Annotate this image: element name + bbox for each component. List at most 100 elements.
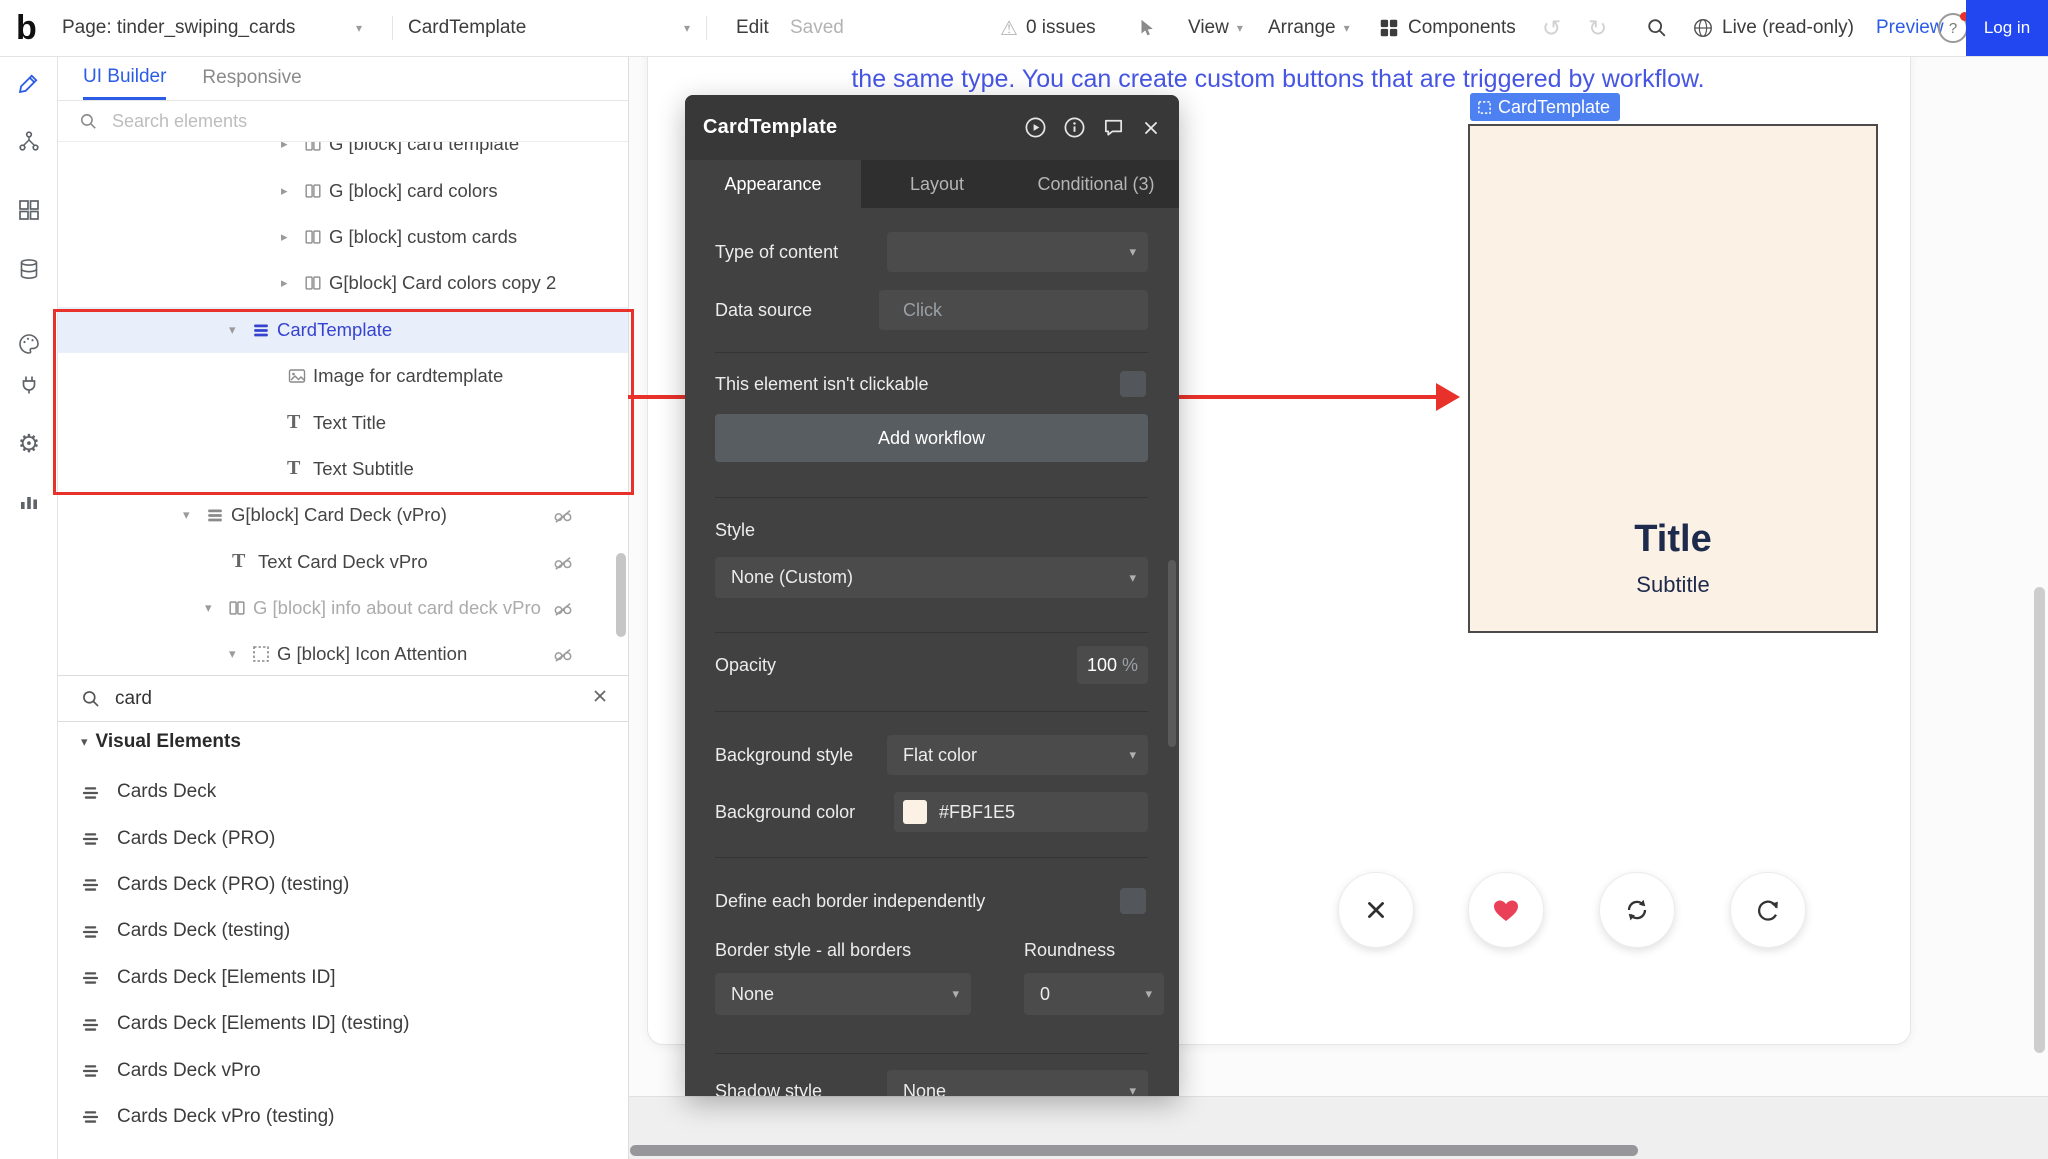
card-title-text[interactable]: Title (1470, 518, 1876, 561)
tree-item-icon-attention[interactable]: ▾ G [block] Icon Attention (57, 631, 628, 677)
hidden-eye-icon[interactable] (552, 597, 574, 619)
rows-icon (205, 505, 231, 525)
live-mode-selector[interactable]: Live (read-only) (1692, 0, 1854, 56)
page-selector[interactable]: Page: tinder_swiping_cards ▾ (62, 0, 362, 56)
rewind-button[interactable] (1730, 872, 1806, 948)
card-subtitle-text[interactable]: Subtitle (1470, 572, 1876, 598)
components-icon (1378, 17, 1400, 39)
caret-down-icon[interactable]: ▾ (81, 734, 88, 750)
inspector-scrollbar[interactable] (1168, 560, 1176, 747)
data-source-button[interactable]: Click (879, 290, 1148, 330)
caret-right-icon[interactable]: ▸ (281, 229, 303, 245)
caret-down-icon[interactable]: ▾ (229, 646, 251, 662)
layout-tab[interactable] (16, 197, 42, 223)
plugins-tab[interactable] (16, 372, 42, 398)
search-button[interactable] (1646, 0, 1668, 56)
element-filter-input[interactable] (113, 687, 547, 711)
help-button[interactable]: ? (1938, 0, 1968, 56)
dislike-button[interactable] (1338, 872, 1414, 948)
list-item[interactable]: Cards Deck (PRO) (testing) (57, 862, 628, 908)
background-style-value: Flat color (903, 745, 977, 766)
redo-button[interactable]: ↻ (1588, 0, 1607, 56)
search-elements-input[interactable] (110, 110, 554, 133)
hidden-eye-icon[interactable] (552, 551, 574, 573)
list-item[interactable]: Cards Deck vPro (57, 1047, 628, 1093)
styles-tab[interactable] (16, 331, 42, 357)
tab-ui-builder[interactable]: UI Builder (83, 56, 166, 100)
list-item[interactable]: Cards Deck (PRO) (57, 815, 628, 861)
color-swatch[interactable] (903, 800, 927, 824)
tree-item-custom-cards[interactable]: ▸ G [block] custom cards (57, 214, 628, 260)
type-of-content-dropdown[interactable]: ▾ (887, 232, 1148, 272)
view-menu[interactable]: View ▾ (1188, 0, 1243, 56)
edit-menu[interactable]: Edit (736, 0, 769, 56)
border-style-dropdown[interactable]: None ▾ (715, 973, 971, 1015)
close-icon (590, 686, 610, 706)
style-dropdown[interactable]: None (Custom) ▾ (715, 557, 1148, 598)
clear-filter-button[interactable] (590, 686, 610, 706)
list-item[interactable]: Cards Deck [Elements ID] (57, 955, 628, 1001)
background-color-label: Background color (715, 802, 855, 823)
components-button[interactable]: Components (1378, 0, 1516, 56)
undo-button[interactable]: ↺ (1542, 0, 1561, 56)
caret-right-icon[interactable]: ▸ (281, 183, 303, 199)
property-editor-header[interactable]: CardTemplate (685, 95, 1179, 160)
clickable-checkbox[interactable] (1120, 371, 1146, 397)
background-color-field[interactable]: #FBF1E5 (894, 792, 1148, 832)
visual-elements-section[interactable]: ▾ Visual Elements (57, 720, 628, 764)
list-item[interactable]: Cards Deck vPro (testing) (57, 1094, 628, 1140)
opacity-input[interactable]: 100 % (1077, 646, 1148, 684)
caret-down-icon[interactable]: ▾ (183, 507, 205, 523)
issues-indicator[interactable]: ⚠ 0 issues (1000, 0, 1096, 56)
list-item[interactable]: Cards Deck [Elements ID] (testing) (57, 1001, 628, 1047)
card-template-element[interactable]: Title Subtitle (1468, 124, 1878, 633)
selection-badge[interactable]: CardTemplate (1470, 93, 1620, 121)
caret-right-icon[interactable]: ▸ (281, 275, 303, 291)
help-glyph: ? (1949, 20, 1957, 37)
border-independent-checkbox[interactable] (1120, 888, 1146, 914)
refresh-button[interactable] (1599, 872, 1675, 948)
login-button[interactable]: Log in (1966, 0, 2048, 56)
divider (715, 632, 1148, 633)
add-workflow-button[interactable]: Add workflow (715, 414, 1148, 462)
bubble-logo[interactable]: b (16, 0, 37, 56)
cards-deck-icon (80, 967, 106, 988)
tab-conditional[interactable]: Conditional (3) (1013, 160, 1179, 208)
tree-item-card-colors-copy[interactable]: ▸ G[block] Card colors copy 2 (57, 260, 628, 306)
border-style-label: Border style - all borders (715, 940, 911, 961)
hidden-eye-icon[interactable] (552, 504, 574, 526)
tab-appearance[interactable]: Appearance (685, 160, 861, 208)
background-style-dropdown[interactable]: Flat color ▾ (887, 735, 1148, 775)
close-icon[interactable] (1141, 118, 1161, 138)
list-item[interactable]: Cards Deck (testing) (57, 908, 628, 954)
arrange-menu[interactable]: Arrange ▾ (1268, 0, 1350, 56)
tree-item-card-colors[interactable]: ▸ G [block] card colors (57, 167, 628, 213)
preview-link[interactable]: Preview (1876, 0, 1944, 56)
info-icon[interactable] (1063, 116, 1086, 139)
shadow-style-dropdown[interactable]: None ▾ (887, 1070, 1148, 1096)
tab-layout[interactable]: Layout (861, 160, 1013, 208)
chevron-down-icon: ▾ (1145, 986, 1152, 1002)
list-item[interactable]: Cards Deck (57, 769, 628, 815)
panel-scrollbar[interactable] (616, 553, 626, 637)
tree-item-text-card-deck-vpro[interactable]: T Text Card Deck vPro (57, 539, 628, 585)
settings-tab[interactable]: ⚙ (16, 431, 42, 457)
logs-tab[interactable] (16, 488, 42, 514)
like-button[interactable] (1468, 872, 1544, 948)
horizontal-scrollbar[interactable] (630, 1145, 1638, 1156)
element-selector[interactable]: CardTemplate ▾ (408, 0, 690, 56)
pointer-tool[interactable] (1136, 0, 1158, 56)
vertical-scrollbar[interactable] (2034, 587, 2045, 1053)
workflow-tab[interactable] (16, 128, 42, 154)
caret-down-icon[interactable]: ▾ (205, 600, 227, 616)
comment-icon[interactable] (1102, 116, 1125, 139)
tab-responsive[interactable]: Responsive (202, 56, 301, 100)
chevron-down-icon: ▾ (952, 986, 959, 1002)
roundness-dropdown[interactable]: 0 ▾ (1024, 973, 1164, 1015)
tree-item-card-deck-vpro[interactable]: ▾ G[block] Card Deck (vPro) (57, 492, 628, 538)
design-tab[interactable] (16, 70, 42, 96)
data-tab[interactable] (16, 256, 42, 282)
tree-item-info-about-card-deck[interactable]: ▾ G [block] info about card deck vPro (57, 585, 628, 631)
play-icon[interactable] (1024, 116, 1047, 139)
hidden-eye-icon[interactable] (552, 643, 574, 665)
